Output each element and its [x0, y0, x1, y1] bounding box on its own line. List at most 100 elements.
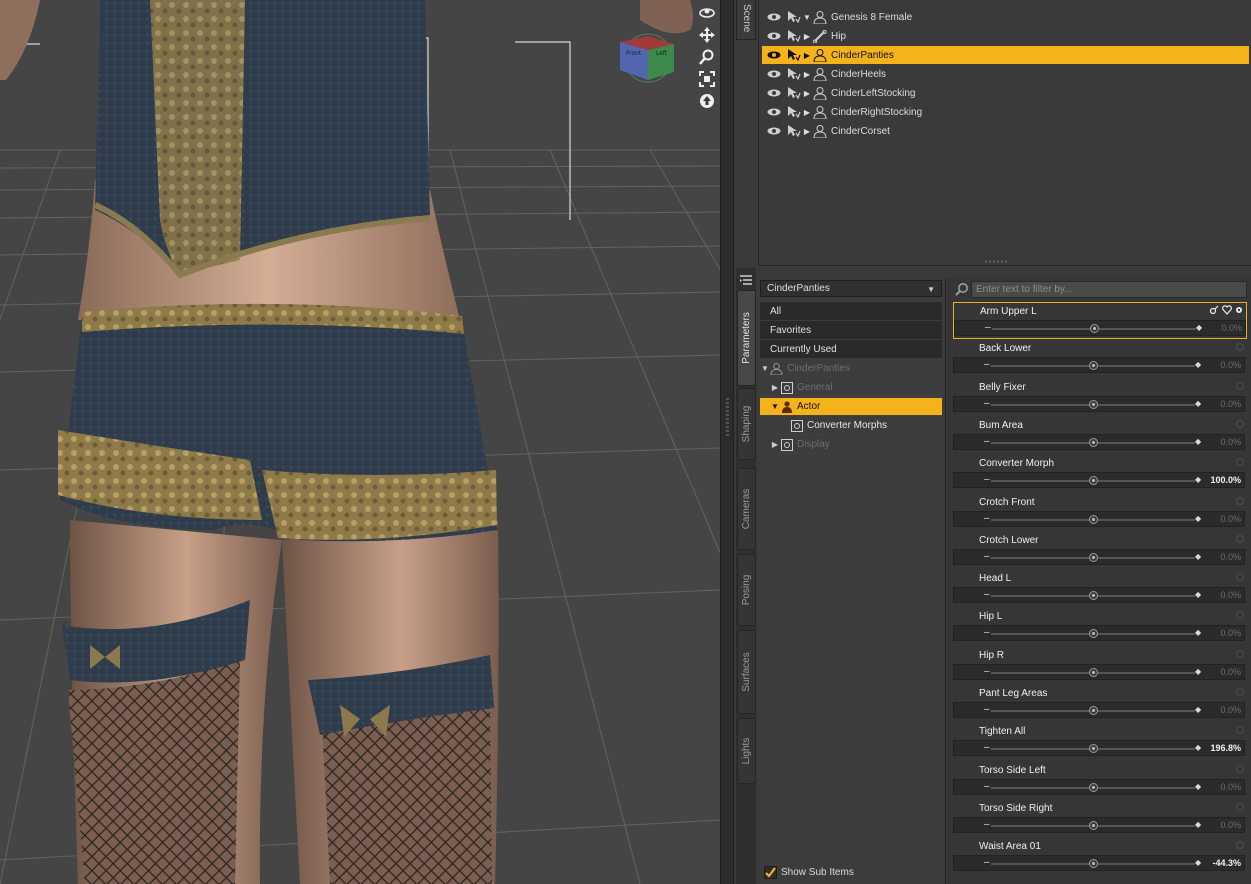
decrement-icon[interactable]: –: [984, 398, 990, 409]
increment-icon[interactable]: ◆: [1195, 590, 1201, 599]
visibility-eye-icon[interactable]: [766, 50, 782, 60]
decrement-icon[interactable]: –: [984, 781, 990, 792]
parameter-crotch-front[interactable]: Crotch Front – ◆ 0.0%: [953, 494, 1247, 531]
slider-knob[interactable]: [1089, 859, 1098, 868]
parameter-crotch-lower[interactable]: Crotch Lower – ◆ 0.0%: [953, 532, 1247, 569]
slider-knob[interactable]: [1089, 783, 1098, 792]
increment-icon[interactable]: ◆: [1195, 437, 1201, 446]
decrement-icon[interactable]: –: [984, 589, 990, 600]
visibility-eye-icon[interactable]: [766, 88, 782, 98]
parameter-slider[interactable]: – ◆ 0.0%: [953, 779, 1245, 795]
heart-icon[interactable]: [1222, 305, 1232, 315]
parameter-value[interactable]: 0.0%: [1220, 552, 1241, 562]
parameter-slider[interactable]: – ◆ -44.3%: [953, 855, 1245, 871]
slider-knob[interactable]: [1089, 400, 1098, 409]
expand-arrow-icon[interactable]: ▶: [802, 32, 812, 41]
expand-arrow-icon[interactable]: ▶: [770, 383, 780, 392]
parameter-settings-icon[interactable]: [1236, 420, 1244, 428]
slider-knob[interactable]: [1089, 591, 1098, 600]
parameter-value[interactable]: 0.0%: [1220, 820, 1241, 830]
tree-node-cinderleftstocking[interactable]: ▶ CinderLeftStocking: [762, 84, 1249, 102]
slider-knob[interactable]: [1090, 324, 1099, 333]
visibility-eye-icon[interactable]: [766, 12, 782, 22]
selectable-pointer-icon[interactable]: [786, 105, 802, 119]
filter-favorites[interactable]: Favorites: [760, 321, 942, 339]
parameter-settings-icon[interactable]: [1236, 573, 1244, 581]
expand-arrow-icon[interactable]: ▶: [802, 51, 812, 60]
parameter-value[interactable]: 0.0%: [1220, 782, 1241, 792]
selectable-pointer-icon[interactable]: [786, 10, 802, 24]
visibility-eye-icon[interactable]: [766, 31, 782, 41]
parameter-settings-icon[interactable]: [1236, 726, 1244, 734]
parameter-value[interactable]: 0.0%: [1220, 628, 1241, 638]
frame-icon[interactable]: [698, 70, 716, 88]
increment-icon[interactable]: ◆: [1195, 628, 1201, 637]
parameter-settings-icon[interactable]: [1236, 535, 1244, 543]
increment-icon[interactable]: ◆: [1195, 858, 1201, 867]
tree-node-cinderheels[interactable]: ▶ CinderHeels: [762, 65, 1249, 83]
slider-knob[interactable]: [1089, 629, 1098, 638]
tree-node-hip[interactable]: ▶ Hip: [762, 27, 1249, 45]
group-row-actor[interactable]: ▼ Actor: [760, 398, 942, 416]
parameter-settings-icon[interactable]: [1236, 803, 1244, 811]
expand-arrow-icon[interactable]: ▼: [760, 364, 770, 373]
selectable-pointer-icon[interactable]: [786, 48, 802, 62]
parameter-bum-area[interactable]: Bum Area – ◆ 0.0%: [953, 417, 1247, 454]
parameter-value[interactable]: 196.8%: [1210, 743, 1241, 753]
slider-knob[interactable]: [1089, 361, 1098, 370]
tab-shaping[interactable]: Shaping: [737, 388, 756, 460]
slider-knob[interactable]: [1089, 515, 1098, 524]
group-row-cinderpanties[interactable]: ▼ CinderPanties: [760, 360, 942, 378]
parameter-settings-icon[interactable]: [1236, 841, 1244, 849]
parameter-tighten-all[interactable]: Tighten All – ◆ 196.8%: [953, 723, 1247, 760]
parameter-value[interactable]: 0.0%: [1220, 399, 1241, 409]
increment-icon[interactable]: ◆: [1195, 552, 1201, 561]
parameter-settings-icon[interactable]: [1236, 765, 1244, 773]
parameter-converter-morph[interactable]: Converter Morph – ◆ 100.0%: [953, 455, 1247, 492]
group-row-general[interactable]: ▶ General: [760, 379, 942, 397]
slider-knob[interactable]: [1089, 438, 1098, 447]
parameter-slider[interactable]: – ◆ 0.0%: [953, 549, 1245, 565]
slider-knob[interactable]: [1089, 821, 1098, 830]
parameter-slider[interactable]: – ◆ 0.0%: [953, 357, 1245, 373]
selectable-pointer-icon[interactable]: [786, 67, 802, 81]
tab-surfaces[interactable]: Surfaces: [737, 630, 756, 714]
tree-node-cindercorset[interactable]: ▶ CinderCorset: [762, 122, 1249, 140]
parameter-torso-side-right[interactable]: Torso Side Right – ◆ 0.0%: [953, 800, 1247, 837]
slider-knob[interactable]: [1089, 553, 1098, 562]
tab-cameras[interactable]: Cameras: [737, 468, 756, 550]
tab-lights[interactable]: Lights: [737, 718, 756, 784]
expand-arrow-icon[interactable]: ▼: [770, 402, 780, 411]
parameter-value[interactable]: 100.0%: [1210, 475, 1241, 485]
expand-arrow-icon[interactable]: ▶: [802, 127, 812, 136]
increment-icon[interactable]: ◆: [1196, 323, 1202, 332]
orbit-icon[interactable]: [698, 4, 716, 22]
increment-icon[interactable]: ◆: [1195, 782, 1201, 791]
tab-scene[interactable]: Scene: [736, 0, 756, 40]
expand-arrow-icon[interactable]: ▶: [802, 108, 812, 117]
parameter-pant-leg-areas[interactable]: Pant Leg Areas – ◆ 0.0%: [953, 685, 1247, 722]
filter-all[interactable]: All: [760, 302, 942, 320]
resize-grip[interactable]: [985, 260, 1009, 263]
parameter-belly-fixer[interactable]: Belly Fixer – ◆ 0.0%: [953, 379, 1247, 416]
decrement-icon[interactable]: –: [984, 551, 990, 562]
increment-icon[interactable]: ◆: [1195, 475, 1201, 484]
decrement-icon[interactable]: –: [984, 436, 990, 447]
parameter-value[interactable]: 0.0%: [1220, 514, 1241, 524]
parameter-hip-l[interactable]: Hip L – ◆ 0.0%: [953, 608, 1247, 645]
parameter-slider[interactable]: – ◆ 0.0%: [953, 511, 1245, 527]
slider-knob[interactable]: [1089, 744, 1098, 753]
parameter-back-lower[interactable]: Back Lower – ◆ 0.0%: [953, 340, 1247, 377]
group-row-converter-morphs[interactable]: Converter Morphs: [760, 417, 942, 435]
node-select-dropdown[interactable]: CinderPanties ▼: [760, 280, 942, 297]
visibility-eye-icon[interactable]: [766, 107, 782, 117]
parameter-waist-area-01[interactable]: Waist Area 01 – ◆ -44.3%: [953, 838, 1247, 875]
link-icon[interactable]: [1210, 305, 1220, 315]
parameter-options-icons[interactable]: [1210, 305, 1244, 315]
slider-knob[interactable]: [1089, 476, 1098, 485]
zoom-icon[interactable]: [698, 48, 716, 66]
decrement-icon[interactable]: –: [985, 322, 991, 333]
selectable-pointer-icon[interactable]: [786, 124, 802, 138]
decrement-icon[interactable]: –: [984, 627, 990, 638]
decrement-icon[interactable]: –: [984, 666, 990, 677]
